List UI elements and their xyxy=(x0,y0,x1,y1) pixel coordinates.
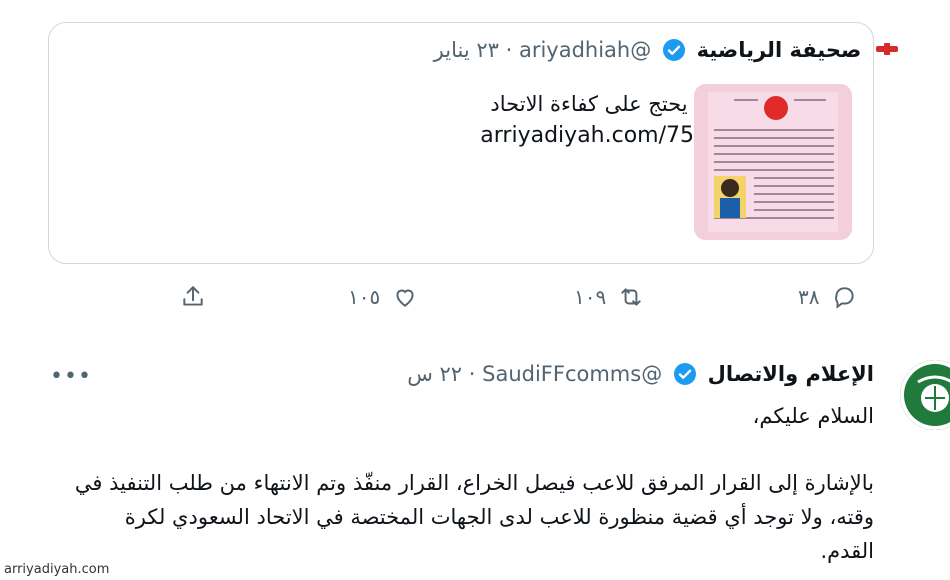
share-button[interactable] xyxy=(180,284,206,310)
reply-count: ٣٨ xyxy=(798,285,820,309)
retweet-button[interactable]: ١٠٩ xyxy=(574,284,644,310)
quoted-account-name[interactable]: صحيفة الرياضية xyxy=(697,38,862,62)
reply-handle[interactable]: @SaudiFFcomms xyxy=(482,362,662,386)
like-button[interactable]: ١٠٥ xyxy=(348,284,418,310)
reply-tweet-header: الإعلام والاتصال @SaudiFFcomms · ٢٢ س xyxy=(407,362,874,386)
reply-greeting: السلام عليكم، xyxy=(752,404,874,428)
quoted-timestamp[interactable]: · ٢٣ يناير xyxy=(434,38,513,62)
quoted-handle[interactable]: @ariyadhiah xyxy=(519,38,651,62)
like-count: ١٠٥ xyxy=(348,285,381,309)
newspaper-logo-icon xyxy=(876,43,898,55)
retweet-count: ١٠٩ xyxy=(574,285,607,309)
watermark: arriyadiyah.com xyxy=(4,562,110,577)
quoted-tweet-header: صحيفة الرياضية @ariyadhiah · ٢٣ يناير xyxy=(434,38,898,62)
share-icon xyxy=(183,286,203,306)
quoted-tweet-thumbnail[interactable] xyxy=(694,84,852,240)
verified-icon xyxy=(662,39,685,61)
reply-body: بالإشارة إلى القرار المرفق للاعب فيصل ال… xyxy=(74,471,874,563)
more-icon[interactable]: ••• xyxy=(50,364,92,389)
reply-account-name[interactable]: الإعلام والاتصال xyxy=(708,362,874,386)
reply-button[interactable]: ٣٨ xyxy=(798,284,857,310)
like-icon xyxy=(396,289,414,307)
reply-timestamp[interactable]: · ٢٢ س xyxy=(407,362,475,386)
saff-logo-icon xyxy=(900,360,950,430)
verified-icon xyxy=(673,363,696,385)
document-image xyxy=(694,84,852,240)
tweet-action-bar: ٣٨ ١٠٩ ١٠٥ xyxy=(0,284,950,324)
reply-icon xyxy=(835,287,855,309)
retweet-icon xyxy=(621,288,641,306)
avatar[interactable] xyxy=(900,360,950,430)
